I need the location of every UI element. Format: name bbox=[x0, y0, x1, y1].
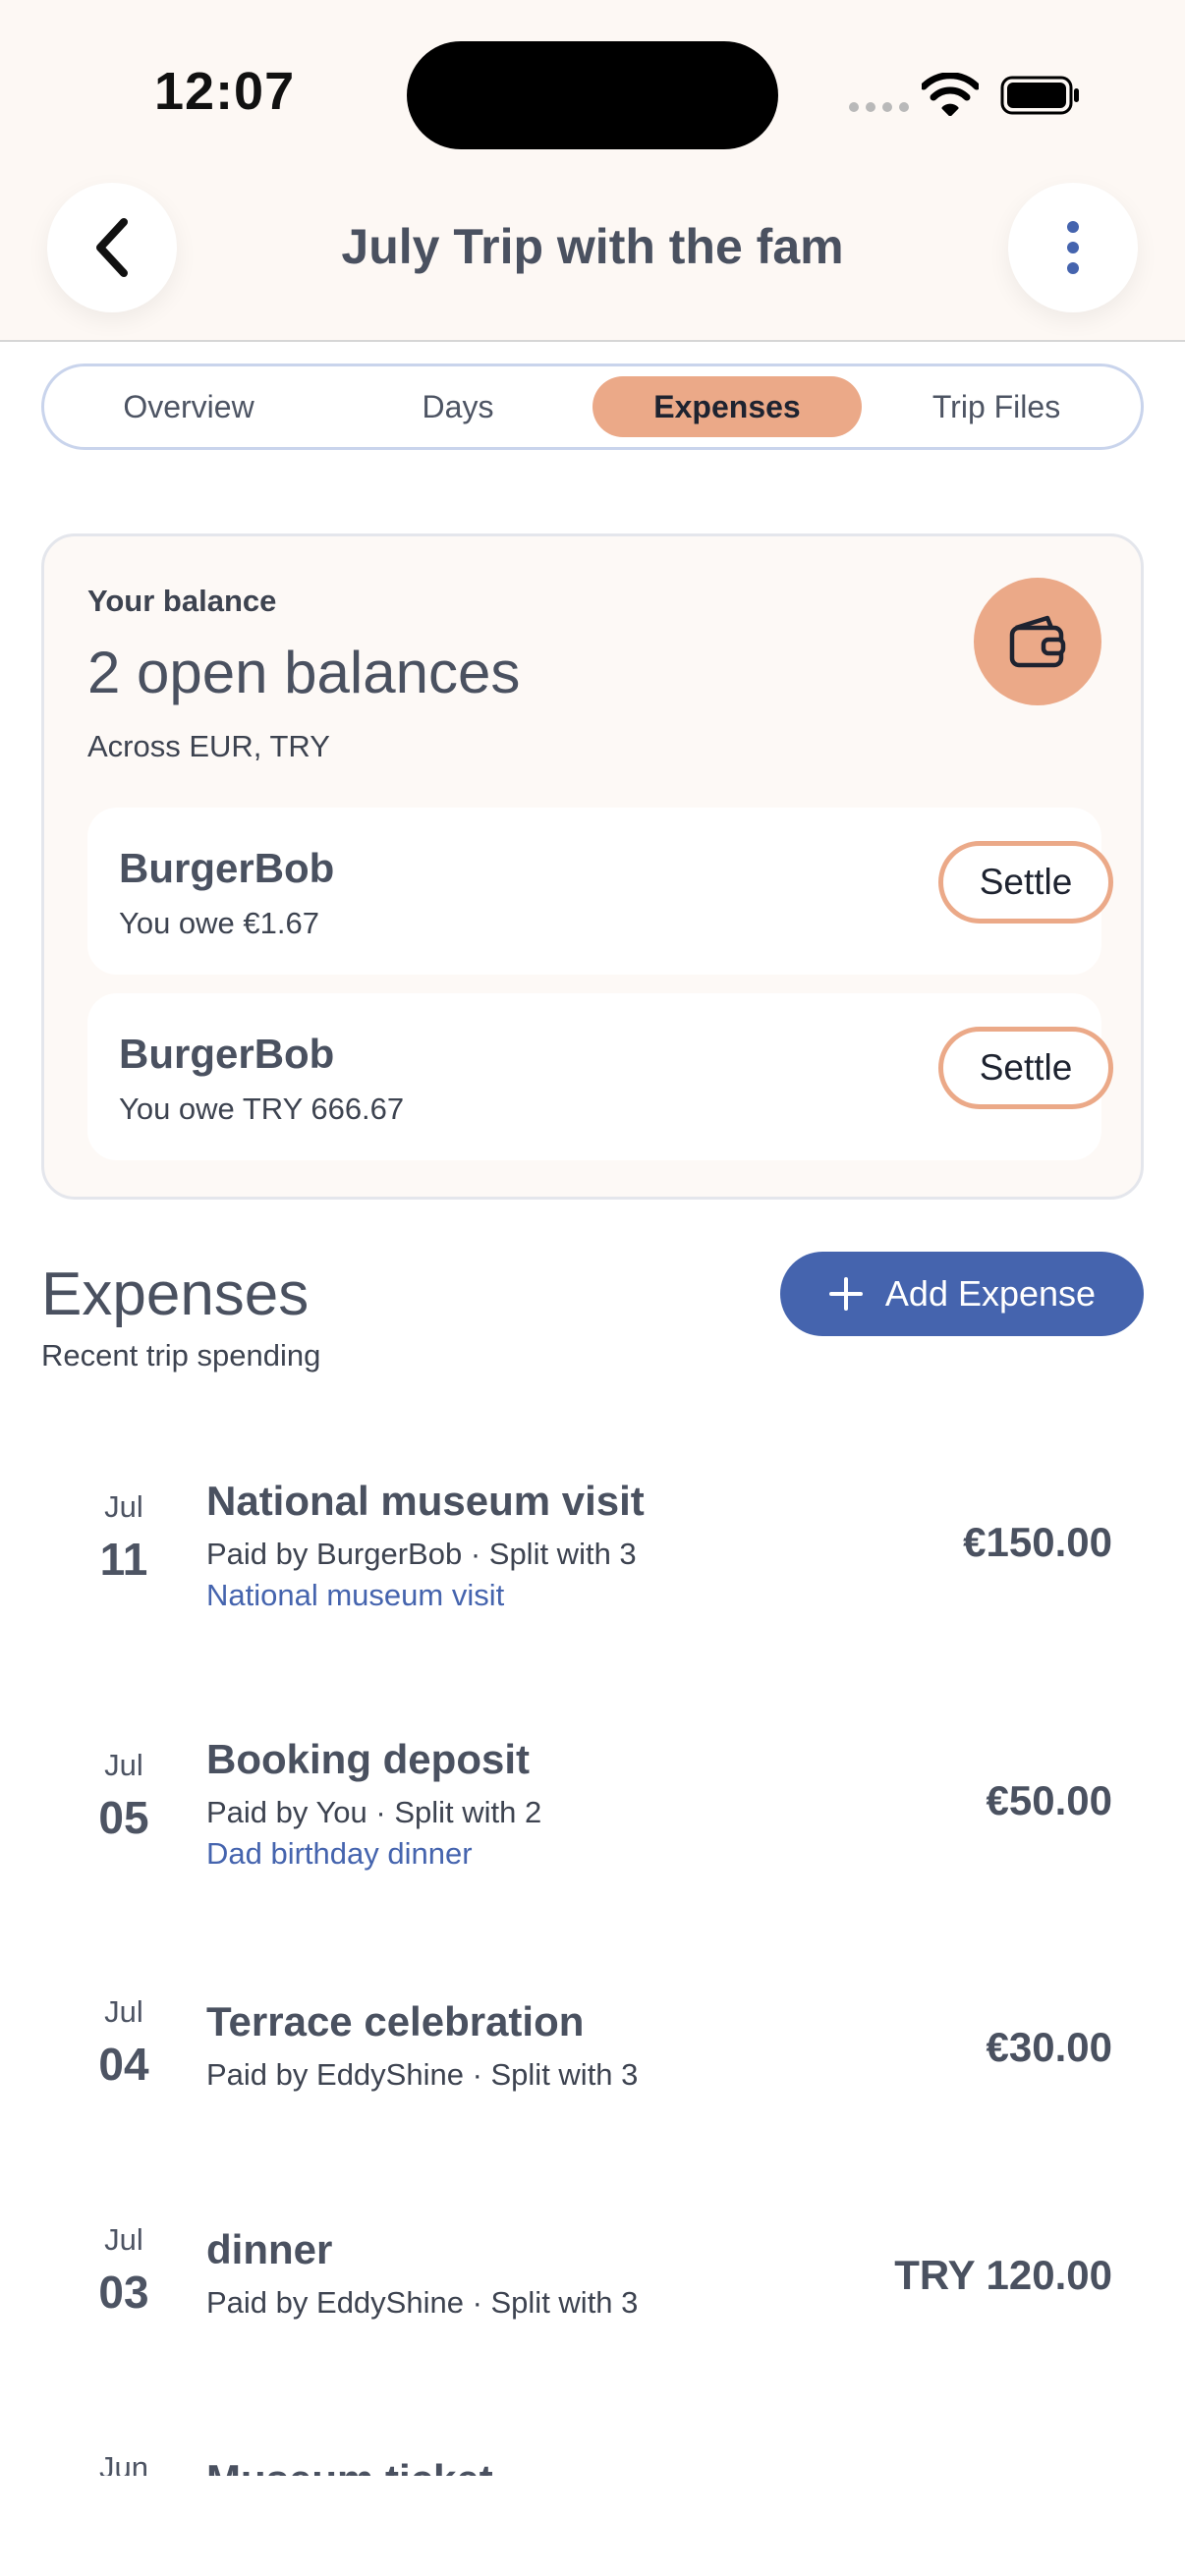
tab-trip-files[interactable]: Trip Files bbox=[862, 376, 1131, 437]
tab-overview[interactable]: Overview bbox=[54, 376, 323, 437]
list-scroll-cutoff bbox=[0, 2476, 1185, 2576]
expense-day: 11 bbox=[99, 1534, 148, 1585]
expense-paid-by: Paid by BurgerBob · Split with 3 bbox=[206, 1537, 637, 1571]
expense-linked-event[interactable]: National museum visit bbox=[206, 1578, 504, 1613]
expense-month: Jul bbox=[104, 2222, 143, 2257]
wallet-icon bbox=[1009, 615, 1066, 668]
debt-person: BurgerBob bbox=[119, 1031, 335, 1077]
expenses-subheading: Recent trip spending bbox=[41, 1338, 321, 1372]
expense-amount: €50.00 bbox=[986, 1777, 1112, 1823]
expense-linked-event[interactable]: Dad birthday dinner bbox=[206, 1836, 473, 1872]
expense-month: Jul bbox=[104, 1489, 143, 1524]
debt-amount: You owe TRY 666.67 bbox=[119, 1092, 405, 1126]
chevron-left-icon bbox=[96, 218, 128, 277]
debt-amount: You owe €1.67 bbox=[119, 906, 319, 940]
tab-days[interactable]: Days bbox=[323, 376, 592, 437]
balance-label: Your balance bbox=[87, 584, 277, 618]
header-area: 12:07 July Trip with the fam bbox=[0, 0, 1185, 342]
battery-icon bbox=[1000, 76, 1079, 115]
cellular-signal-icon bbox=[849, 102, 909, 112]
page-title: July Trip with the fam bbox=[341, 219, 844, 274]
expenses-heading: Expenses bbox=[41, 1260, 310, 1328]
debt-row: BurgerBob You owe €1.67 Settle bbox=[87, 808, 1113, 975]
plus-icon bbox=[828, 1277, 863, 1311]
expense-name: dinner bbox=[206, 2226, 333, 2272]
expense-paid-by: Paid by EddyShine · Split with 3 bbox=[206, 2057, 639, 2092]
balance-title: 2 open balances bbox=[87, 640, 521, 705]
expense-paid-by: Paid by You · Split with 2 bbox=[206, 1795, 542, 1829]
debt-person: BurgerBob bbox=[119, 845, 335, 891]
balance-card: Your balance 2 open balances Across EUR,… bbox=[41, 533, 1144, 1200]
expense-day: 04 bbox=[98, 2039, 149, 2090]
expense-day: 03 bbox=[98, 2267, 149, 2318]
expense-day: 05 bbox=[98, 1792, 149, 1843]
expense-amount: €30.00 bbox=[986, 2024, 1112, 2070]
trip-expenses-screen: 12:07 July Trip with the fam Overview Da… bbox=[0, 0, 1185, 2576]
settle-button[interactable]: Settle bbox=[938, 1027, 1113, 1109]
status-time: 12:07 bbox=[154, 62, 296, 121]
back-button[interactable] bbox=[47, 183, 177, 312]
more-vertical-icon bbox=[1067, 221, 1079, 274]
expense-month: Jul bbox=[104, 1748, 143, 1782]
add-expense-button[interactable]: Add Expense bbox=[780, 1252, 1144, 1336]
more-options-button[interactable] bbox=[1008, 183, 1138, 312]
debt-row: BurgerBob You owe TRY 666.67 Settle bbox=[87, 993, 1113, 1160]
trip-tabs: Overview Days Expenses Trip Files bbox=[41, 364, 1144, 450]
wifi-icon bbox=[922, 73, 979, 116]
settle-button[interactable]: Settle bbox=[938, 841, 1113, 924]
expense-name: Terrace celebration bbox=[206, 1998, 585, 2044]
add-expense-label: Add Expense bbox=[884, 1273, 1097, 1314]
expense-amount: TRY 120.00 bbox=[894, 2252, 1112, 2298]
expense-month: Jul bbox=[104, 1994, 143, 2029]
wallet-badge bbox=[974, 578, 1101, 705]
expense-paid-by: Paid by EddyShine · Split with 3 bbox=[206, 2285, 639, 2320]
tab-expenses[interactable]: Expenses bbox=[592, 376, 862, 437]
expense-name: National museum visit bbox=[206, 1478, 645, 1524]
expense-amount: €150.00 bbox=[963, 1519, 1112, 1565]
dynamic-island bbox=[407, 41, 778, 149]
balance-currencies: Across EUR, TRY bbox=[87, 729, 330, 763]
expense-name: Booking deposit bbox=[206, 1736, 530, 1782]
